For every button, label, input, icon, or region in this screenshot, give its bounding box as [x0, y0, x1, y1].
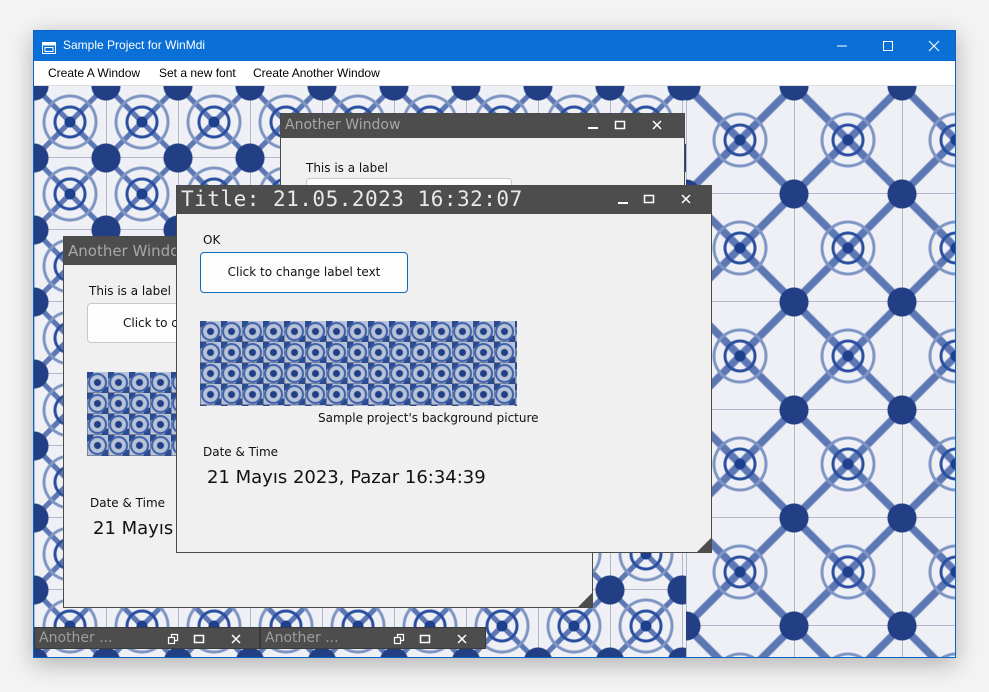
background-picture — [200, 321, 517, 406]
maximize-icon — [614, 120, 626, 130]
minimized-window[interactable]: Another ... — [260, 627, 486, 649]
menu-set-a-new-font[interactable]: Set a new font — [159, 66, 236, 80]
menu-create-a-window[interactable]: Create A Window — [48, 66, 140, 80]
mdi-app-icon — [42, 39, 56, 54]
child-maximize-button[interactable] — [614, 119, 626, 131]
minimized-window[interactable]: Another ... — [34, 627, 260, 649]
date-time-caption: Date & Time — [90, 496, 166, 510]
child-restore-button[interactable] — [167, 633, 179, 645]
label-text: This is a label — [306, 161, 388, 175]
child-title: Another ... — [265, 630, 339, 646]
picture-caption: Sample project's background picture — [318, 411, 539, 425]
child-maximize-button[interactable] — [419, 633, 431, 645]
menu-bar: Create A Window Set a new font Create An… — [34, 61, 955, 86]
app-minimize-button[interactable] — [819, 31, 865, 61]
date-time-value: 21 Mayıs 2023, Pazar 16:34:39 — [207, 467, 486, 488]
child-maximize-button[interactable] — [193, 633, 205, 645]
child-close-button[interactable] — [680, 193, 692, 205]
close-icon — [231, 634, 241, 644]
minimize-icon — [588, 127, 598, 129]
change-label-button[interactable]: Click to change label text — [200, 252, 408, 293]
label-text: OK — [203, 233, 221, 247]
mdi-client-area[interactable]: Another Window This is a label Another W… — [34, 86, 955, 657]
child-maximize-button[interactable] — [643, 193, 655, 205]
child-close-button[interactable] — [456, 633, 468, 645]
minimize-icon — [618, 202, 628, 204]
menu-create-another-window[interactable]: Create Another Window — [253, 66, 380, 80]
child-restore-button[interactable] — [393, 633, 405, 645]
date-time-caption: Date & Time — [203, 445, 279, 459]
child-title: Another Window — [285, 117, 401, 133]
child-title: Title: 21.05.2023 16:32:07 — [181, 187, 523, 211]
resize-grip[interactable] — [578, 593, 592, 607]
maximize-icon — [193, 634, 205, 644]
restore-icon — [167, 633, 179, 645]
close-icon — [652, 120, 662, 130]
app-titlebar[interactable]: Sample Project for WinMdi — [34, 31, 955, 61]
child-title: Another ... — [39, 630, 113, 646]
child-window-front[interactable]: Title: 21.05.2023 16:32:07 OK Click to c… — [176, 185, 712, 553]
child-title: Another Window — [68, 242, 192, 260]
maximize-icon — [883, 41, 893, 51]
maximize-icon — [419, 634, 431, 644]
child-titlebar[interactable]: Another Window — [281, 114, 684, 138]
maximize-icon — [643, 194, 655, 204]
app-maximize-button[interactable] — [865, 31, 911, 61]
child-minimize-button[interactable] — [587, 120, 599, 132]
close-icon — [928, 40, 940, 52]
app-title: Sample Project for WinMdi — [63, 38, 206, 52]
minimize-icon — [837, 45, 847, 47]
close-icon — [457, 634, 467, 644]
tile-background-image-right — [686, 86, 955, 657]
child-close-button[interactable] — [651, 119, 663, 131]
resize-grip[interactable] — [697, 538, 711, 552]
label-text: This is a label — [89, 284, 171, 298]
child-minimize-button[interactable] — [617, 194, 629, 206]
app-window: Sample Project for WinMdi Create A Windo… — [33, 30, 956, 658]
restore-icon — [393, 633, 405, 645]
app-close-button[interactable] — [911, 31, 955, 61]
close-icon — [681, 194, 691, 204]
child-titlebar[interactable]: Title: 21.05.2023 16:32:07 — [177, 186, 711, 214]
child-close-button[interactable] — [230, 633, 242, 645]
